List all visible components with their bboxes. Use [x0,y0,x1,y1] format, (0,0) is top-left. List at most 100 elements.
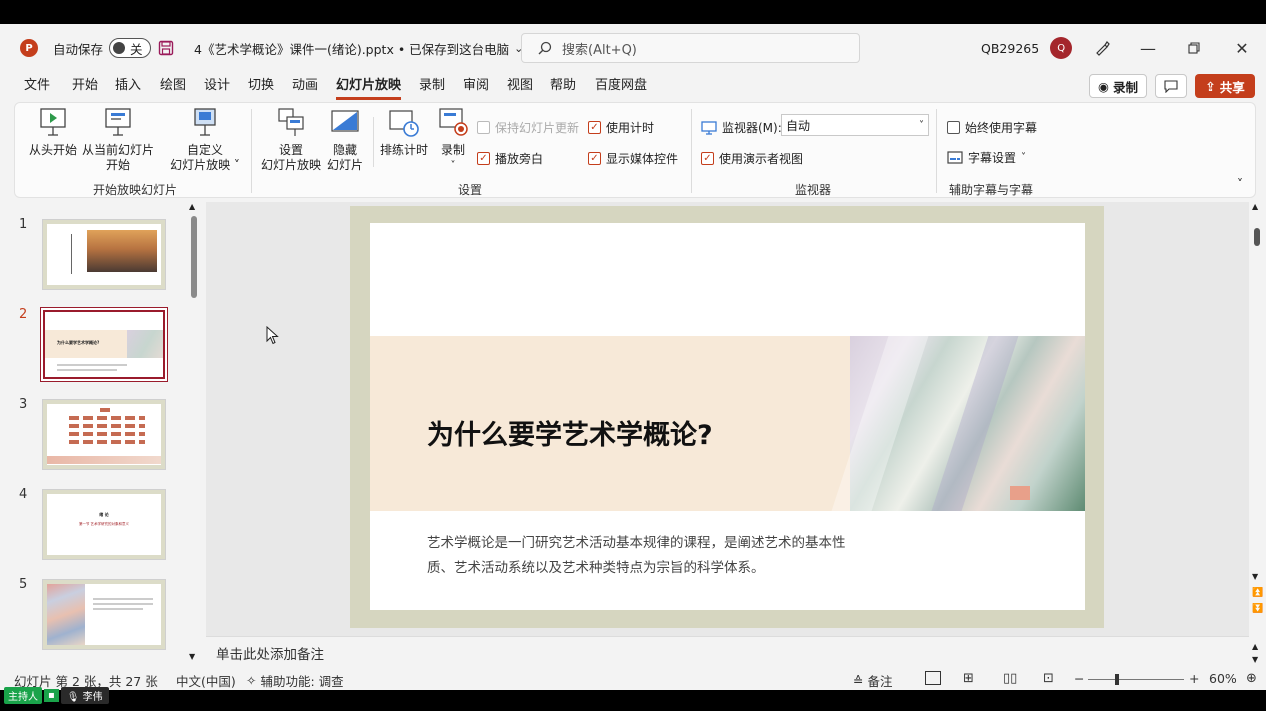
thumbnail-slide-4[interactable]: 绪 论 第一节 艺术学研究的对象和意义 [43,490,165,559]
zoom-out-button[interactable]: − [1074,671,1084,686]
chat-icon[interactable]: ▪ [44,688,59,702]
slide-body-text[interactable]: 艺术学概论是一门研究艺术活动基本规律的课程，是阐述艺术的基本性质、艺术活动系统以… [427,531,847,581]
scrollbar-thumb[interactable] [191,216,197,298]
notes-pane[interactable]: 单击此处添加备注 [206,636,1249,666]
record-slideshow-button[interactable]: 录制 ˅ [433,107,473,173]
comments-button[interactable] [1155,74,1187,98]
setup-slideshow-button[interactable]: 设置 幻灯片放映 [259,107,323,173]
powerpoint-app-icon[interactable]: P [20,24,38,72]
notes-toggle-button[interactable]: ≙ 备注 [853,671,893,690]
language-indicator[interactable]: 中文(中国) [176,671,236,690]
close-button[interactable]: ✕ [1232,38,1252,58]
tab-review[interactable]: 审阅 [463,74,489,100]
tab-record[interactable]: 录制 [419,74,445,100]
scroll-down-icon[interactable]: ▼ [189,652,195,661]
tab-slideshow[interactable]: 幻灯片放映 [336,74,402,100]
presenter-view-checkbox[interactable]: ✓ 使用演示者视图 [701,150,803,167]
zoom-slider-knob[interactable] [1114,674,1119,685]
zoom-level[interactable]: 60% [1209,671,1237,686]
accessibility-indicator[interactable]: ✧ 辅助功能: 调查 [246,671,344,690]
reading-view-button[interactable]: ▯▯ [1003,671,1017,686]
autosave-toggle[interactable]: 关 [109,38,152,58]
autosave-label: 自动保存 [53,41,104,57]
zoom-in-button[interactable]: + [1189,671,1199,686]
restore-button[interactable] [1184,38,1204,58]
group-divider [691,109,692,193]
tab-file[interactable]: 文件 [24,74,50,100]
notes-scroll-up-icon[interactable]: ▲ [1252,642,1258,651]
account-area[interactable]: QB29265 Q [981,24,1073,72]
keep-slides-updated-checkbox[interactable]: 保持幻灯片更新 [477,119,579,136]
monitor-icon [701,120,717,135]
autosave-control[interactable]: 自动保存 关 [53,24,152,72]
tab-home[interactable]: 开始 [72,74,98,100]
paint-stroke [1010,486,1030,500]
designer-pen-icon[interactable] [1092,38,1112,58]
rehearse-timings-icon [389,110,419,137]
play-narration-checkbox[interactable]: ✓ 播放旁白 [477,150,543,167]
thumbnail-slide-1[interactable] [43,220,165,289]
thumb-org-row [69,432,145,436]
next-slide-icon[interactable]: ⏬ [1252,604,1263,614]
tab-help[interactable]: 帮助 [550,74,576,100]
from-current-label-2: 开始 [105,158,130,172]
search-box[interactable]: 搜索(Alt+Q) [521,33,860,63]
show-media-controls-checkbox[interactable]: ✓ 显示媒体控件 [588,150,678,167]
thumbnails-scrollbar[interactable]: ▲ ▼ [189,202,199,664]
custom-slideshow-button[interactable]: 自定义 幻灯片放映 ˅ [167,107,243,173]
scrollbar-thumb[interactable] [1254,228,1260,246]
minimize-button[interactable]: — [1138,38,1158,58]
caption-settings-button[interactable]: 字幕设置 ˅ [947,149,1026,166]
checkbox-unchecked-icon [947,121,960,134]
tab-draw[interactable]: 绘图 [160,74,186,100]
zoom-slider[interactable] [1088,674,1184,685]
record-dot-icon: ◉ [1098,78,1109,94]
ribbon-collapse-chevron-icon[interactable]: ˅ [1237,177,1243,191]
minimize-icon: — [1140,38,1156,58]
checkbox-checked-icon: ✓ [588,152,601,165]
previous-slide-icon[interactable]: ⏫ [1252,588,1263,598]
scroll-up-icon[interactable]: ▲ [189,202,195,211]
slide-title[interactable]: 为什么要学艺术学概论? [427,413,713,452]
user-id: QB29265 [981,40,1040,56]
tab-design[interactable]: 设计 [204,74,230,100]
painted-artwork-image[interactable] [831,336,1085,511]
rehearse-timings-button[interactable]: 排练计时 [377,107,431,158]
tab-insert[interactable]: 插入 [115,74,141,100]
thumbnail-slide-2[interactable]: 为什么要学艺术学概论? [43,310,165,379]
fit-to-window-button[interactable]: ⊕ [1246,671,1257,686]
monitor-select[interactable]: 自动 ˅ [781,114,929,136]
tab-view[interactable]: 视图 [507,74,533,100]
show-media-controls-label: 显示媒体控件 [606,152,679,166]
tab-baidu-netdisk[interactable]: 百度网盘 [595,74,647,100]
always-use-captions-checkbox[interactable]: 始终使用字幕 [947,119,1037,136]
notes-scroll-down-icon[interactable]: ▼ [1252,655,1258,664]
share-button[interactable]: ⇪ 共享 [1195,74,1255,98]
use-timings-checkbox[interactable]: ✓ 使用计时 [588,119,654,136]
thumbnail-slide-5[interactable] [43,580,165,649]
current-slide[interactable]: 为什么要学艺术学概论? 艺术学概论是一门研究艺术活动基本规律的课程，是阐述艺术的… [370,223,1085,610]
avatar[interactable]: Q [1050,37,1073,59]
document-title[interactable]: 4《艺术学概论》课件一(绪论).pptx • 已保存到这台电脑 ⌄ [194,24,523,72]
slide-scrollbar[interactable]: ▲ ▼ ⏫ ⏬ ▲ ▼ [1250,202,1264,667]
thumbnail-slide-3[interactable] [43,400,165,469]
notes-placeholder[interactable]: 单击此处添加备注 [216,643,324,663]
monitor-label-row: 监视器(M): [701,119,782,136]
slideshow-view-button[interactable]: ⊡ [1043,671,1054,686]
scroll-up-icon[interactable]: ▲ [1252,202,1258,211]
from-beginning-button[interactable]: 从头开始 [23,107,83,158]
hide-slide-button[interactable]: 隐藏 幻灯片 [323,107,367,173]
save-button[interactable] [158,24,174,72]
from-current-label-1: 从当前幻灯片 [81,143,154,157]
scroll-down-icon[interactable]: ▼ [1252,572,1258,581]
from-current-button[interactable]: 从当前幻灯片 开始 [79,107,157,173]
slide-sorter-button[interactable]: ⊞ [963,671,974,686]
thumb-number: 5 [19,577,28,592]
tab-transitions[interactable]: 切换 [248,74,274,100]
thumb-org-row [69,416,145,420]
ribbon-tabs: 文件 开始 插入 绘图 设计 切换 动画 幻灯片放映 录制 审阅 视图 帮助 百… [0,74,1266,100]
tab-animations[interactable]: 动画 [292,74,318,100]
record-button[interactable]: ◉ 录制 [1089,74,1147,98]
normal-view-button[interactable] [925,671,941,685]
powerpoint-window: P 自动保存 关 4《艺术学概论》课件一(绪论).pptx • 已保存到这台电脑… [0,24,1266,690]
